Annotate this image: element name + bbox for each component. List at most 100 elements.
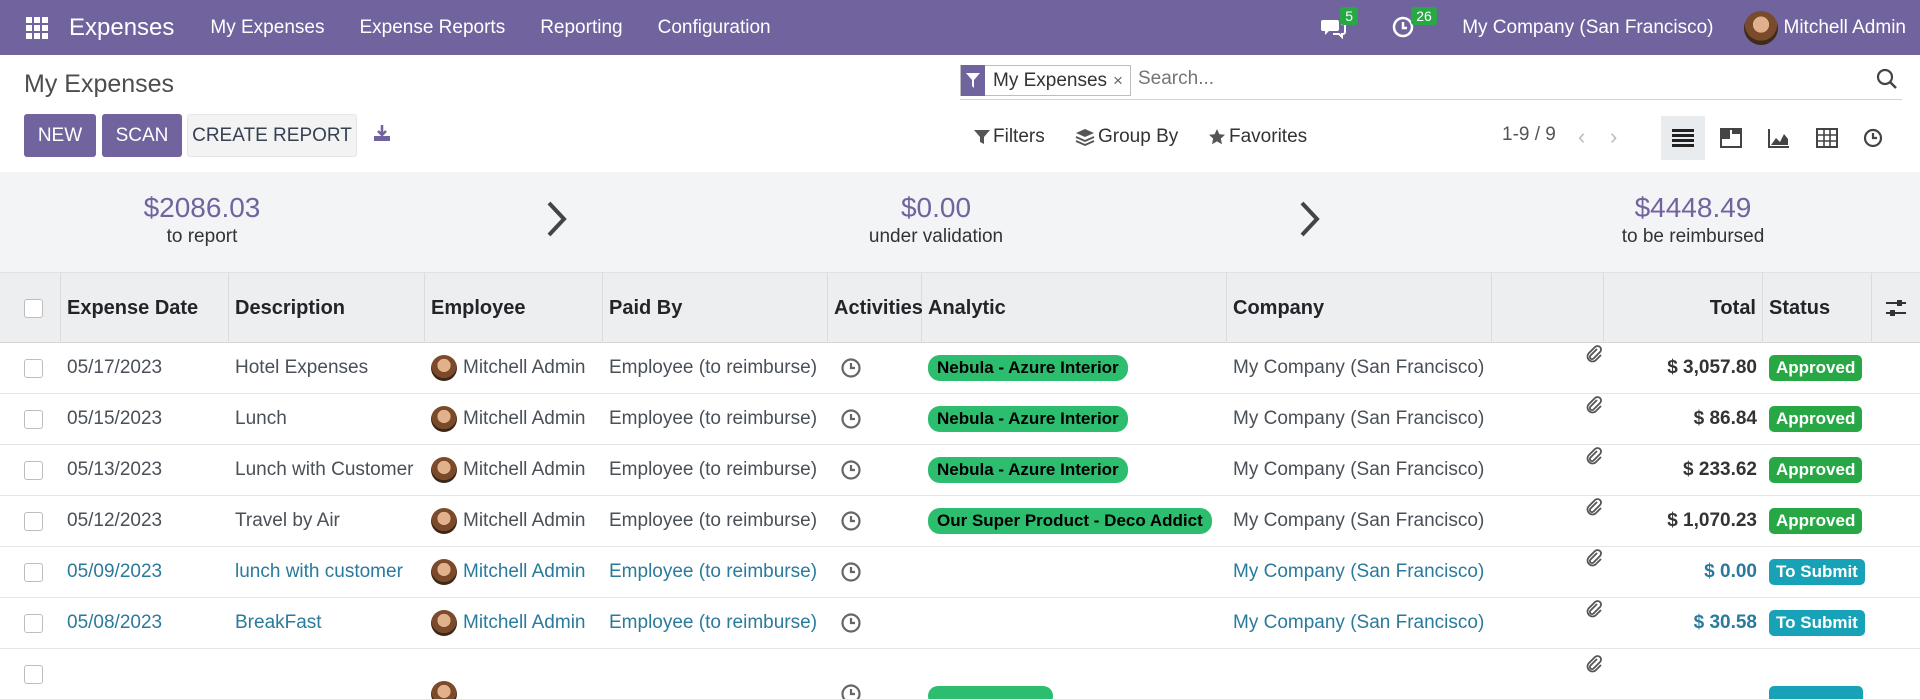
- status-badge: Approved: [1769, 457, 1863, 483]
- cell-activities: [828, 598, 922, 648]
- row-select-cell: [0, 598, 61, 648]
- list-view-icon[interactable]: [1661, 116, 1705, 160]
- employee-avatar: [431, 681, 457, 699]
- new-button[interactable]: NEW: [24, 114, 96, 157]
- filters-button[interactable]: Filters: [974, 126, 1045, 148]
- remove-facet-icon[interactable]: ×: [1113, 71, 1130, 91]
- activity-clock-icon[interactable]: [840, 683, 862, 699]
- company-switcher[interactable]: My Company (San Francisco): [1462, 17, 1713, 39]
- menu-reporting[interactable]: Reporting: [540, 17, 622, 39]
- status-badge: Approved: [1769, 355, 1863, 381]
- messages-count-badge: 5: [1340, 6, 1358, 25]
- cell-description: Lunch: [235, 408, 287, 429]
- app-name[interactable]: Expenses: [69, 14, 174, 42]
- cell-paid-by: Employee (to reimburse): [609, 357, 818, 378]
- header-company[interactable]: Company: [1227, 273, 1492, 343]
- row-checkbox[interactable]: [24, 664, 43, 684]
- cell-total: $ 233.62: [1604, 445, 1763, 495]
- cell-activities: [828, 445, 922, 495]
- activity-clock-icon[interactable]: [840, 408, 862, 430]
- row-checkbox[interactable]: [24, 511, 43, 531]
- table-row[interactable]: 05/08/2023 BreakFast Mitchell Admin Empl…: [0, 598, 1920, 649]
- menu-my-expenses[interactable]: My Expenses: [210, 17, 324, 39]
- filter-facet[interactable]: My Expenses ×: [960, 65, 1131, 96]
- download-icon[interactable]: [372, 123, 392, 143]
- header-expense-date[interactable]: Expense Date: [61, 273, 229, 343]
- graph-view-icon[interactable]: [1757, 116, 1801, 160]
- user-menu[interactable]: Mitchell Admin: [1784, 17, 1907, 39]
- activity-clock-icon[interactable]: [840, 459, 862, 481]
- pager-next-button[interactable]: ›: [1610, 124, 1617, 150]
- row-checkbox[interactable]: [24, 613, 43, 633]
- stat-under-validation[interactable]: $0.00 under validation: [786, 192, 1086, 248]
- messages-icon[interactable]: 5: [1320, 6, 1358, 41]
- create-report-button[interactable]: CREATE REPORT: [187, 114, 357, 157]
- status-badge: [1769, 686, 1863, 699]
- header-status[interactable]: Status: [1763, 273, 1872, 343]
- cell-analytic: Our Super Product - Deco Addict: [922, 496, 1227, 546]
- paperclip-icon[interactable]: [1585, 498, 1603, 516]
- row-checkbox[interactable]: [24, 562, 43, 582]
- total-amount: $ 3,057.80: [1667, 357, 1757, 378]
- table-row[interactable]: 05/15/2023 Lunch Mitchell Admin Employee…: [0, 394, 1920, 445]
- paperclip-icon[interactable]: [1585, 655, 1603, 673]
- header-activities[interactable]: Activities: [828, 273, 923, 343]
- header-employee[interactable]: Employee: [425, 273, 603, 343]
- cell-employee: Mitchell Admin: [425, 496, 603, 546]
- row-select-cell: [0, 394, 61, 444]
- cell-company: My Company (San Francisco): [1233, 408, 1485, 429]
- optional-columns-icon[interactable]: [1872, 273, 1920, 343]
- stat-to-report[interactable]: $2086.03 to report: [52, 192, 352, 248]
- app-menu-icon[interactable]: [26, 16, 48, 39]
- group-by-button[interactable]: Group By: [1075, 126, 1178, 148]
- paperclip-icon[interactable]: [1585, 447, 1603, 465]
- row-checkbox[interactable]: [24, 358, 43, 378]
- row-checkbox[interactable]: [24, 460, 43, 480]
- paperclip-icon[interactable]: [1585, 600, 1603, 618]
- header-analytic[interactable]: Analytic: [922, 273, 1227, 343]
- user-avatar[interactable]: [1743, 10, 1778, 45]
- activity-clock-icon[interactable]: [840, 357, 862, 379]
- cell-paid-by: [603, 649, 828, 699]
- funnel-icon: [974, 130, 990, 144]
- cell-analytic: Nebula - Azure Interior: [922, 343, 1227, 393]
- kanban-view-icon[interactable]: [1709, 116, 1753, 160]
- row-checkbox[interactable]: [24, 409, 43, 429]
- cell-description: Lunch with Customer: [235, 459, 414, 480]
- paperclip-icon[interactable]: [1585, 396, 1603, 414]
- table-row[interactable]: 05/09/2023 lunch with customer Mitchell …: [0, 547, 1920, 598]
- cell-paid-by: Employee (to reimburse): [609, 408, 818, 429]
- activity-view-icon[interactable]: [1851, 116, 1895, 160]
- table-row[interactable]: 05/13/2023 Lunch with Customer Mitchell …: [0, 445, 1920, 496]
- activity-clock-icon[interactable]: [840, 612, 862, 634]
- menu-expense-reports[interactable]: Expense Reports: [359, 17, 505, 39]
- table-row[interactable]: 05/17/2023 Hotel Expenses Mitchell Admin…: [0, 343, 1920, 394]
- paperclip-icon[interactable]: [1585, 549, 1603, 567]
- favorites-button[interactable]: Favorites: [1208, 126, 1307, 148]
- stat-to-be-reimbursed[interactable]: $4448.49 to be reimbursed: [1543, 192, 1843, 248]
- header-description[interactable]: Description: [229, 273, 425, 343]
- table-row[interactable]: 05/12/2023 Travel by Air Mitchell Admin …: [0, 496, 1920, 547]
- cell-total: $ 1,070.23: [1604, 496, 1763, 546]
- header-paid-by[interactable]: Paid By: [603, 273, 828, 343]
- header-total[interactable]: Total: [1604, 273, 1763, 343]
- select-all-checkbox[interactable]: [24, 298, 43, 318]
- pager-value[interactable]: 1-9 / 9: [1502, 124, 1556, 146]
- cell-expense-date: 05/08/2023: [67, 612, 163, 633]
- pivot-view-icon[interactable]: [1805, 116, 1849, 160]
- activity-clock-icon[interactable]: [840, 510, 862, 532]
- activity-clock-icon[interactable]: [840, 561, 862, 583]
- search-input[interactable]: [1138, 68, 1738, 90]
- search-icon[interactable]: [1876, 68, 1900, 92]
- pager-previous-button[interactable]: ‹: [1578, 124, 1585, 150]
- row-select-cell: [0, 343, 61, 393]
- stat-label: under validation: [868, 226, 1004, 247]
- activities-clock-icon[interactable]: 26: [1391, 6, 1437, 41]
- paperclip-icon[interactable]: [1585, 345, 1603, 363]
- menu-configuration[interactable]: Configuration: [658, 17, 771, 39]
- employee-avatar: [431, 508, 457, 534]
- scan-button[interactable]: SCAN: [102, 114, 182, 157]
- employee-name: Mitchell Admin: [463, 459, 586, 480]
- cell-description: Hotel Expenses: [235, 357, 369, 378]
- table-row[interactable]: [0, 649, 1920, 700]
